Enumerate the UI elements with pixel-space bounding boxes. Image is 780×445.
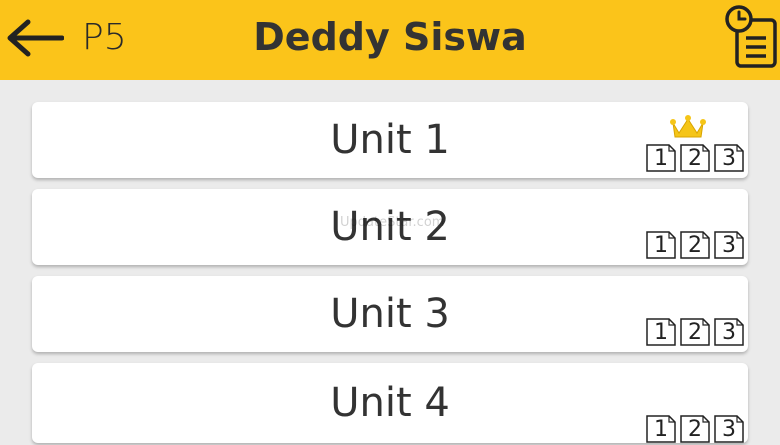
unit-label: Unit 3: [330, 291, 450, 337]
clock-document-icon[interactable]: [724, 4, 778, 70]
level-number: 1: [654, 320, 668, 345]
unit-label: Unit 4: [330, 380, 450, 426]
level-2-button[interactable]: 2: [680, 318, 710, 346]
level-3-button[interactable]: 3: [714, 144, 744, 172]
level-number: 3: [722, 233, 736, 258]
level-buttons: 1 2 3: [646, 231, 744, 261]
page-title: Deddy Siswa: [253, 15, 527, 59]
level-number: 2: [688, 146, 702, 171]
level-2-button[interactable]: 2: [680, 231, 710, 259]
crown-icon: [670, 115, 706, 138]
level-buttons: 1 2 3: [646, 318, 744, 348]
level-3-button[interactable]: 3: [714, 231, 744, 259]
unit-label: Unit 2: [330, 204, 450, 250]
level-number: 1: [654, 233, 668, 258]
unit-card-1[interactable]: Unit 1 1 2 3: [32, 102, 748, 178]
level-2-button[interactable]: 2: [680, 144, 710, 172]
level-number: 3: [722, 320, 736, 345]
level-label: P5: [82, 17, 127, 58]
level-1-button[interactable]: 1: [646, 144, 676, 172]
level-1-button[interactable]: 1: [646, 231, 676, 259]
level-3-button[interactable]: 3: [714, 318, 744, 346]
unit-card-3[interactable]: Unit 3 1 2 3: [32, 276, 748, 352]
unit-label: Unit 1: [330, 117, 450, 163]
unit-card-2[interactable]: Unit 2 1 2 3: [32, 189, 748, 265]
unit-card-4[interactable]: Unit 4 1 2 3: [32, 363, 748, 443]
app-header: P5 Deddy Siswa: [0, 0, 780, 80]
level-number: 2: [688, 320, 702, 345]
level-1-button[interactable]: 1: [646, 318, 676, 346]
arrow-left-icon[interactable]: [6, 18, 64, 58]
level-number: 3: [722, 146, 736, 171]
level-number: 1: [654, 146, 668, 171]
level-number: 2: [688, 233, 702, 258]
level-buttons: 1 2 3: [646, 415, 744, 445]
unit-list: Unit 1 1 2 3 Unit 2 1 2 3 Unit 3 1 2 3 U…: [0, 80, 780, 443]
level-buttons: 1 2 3: [646, 144, 744, 174]
